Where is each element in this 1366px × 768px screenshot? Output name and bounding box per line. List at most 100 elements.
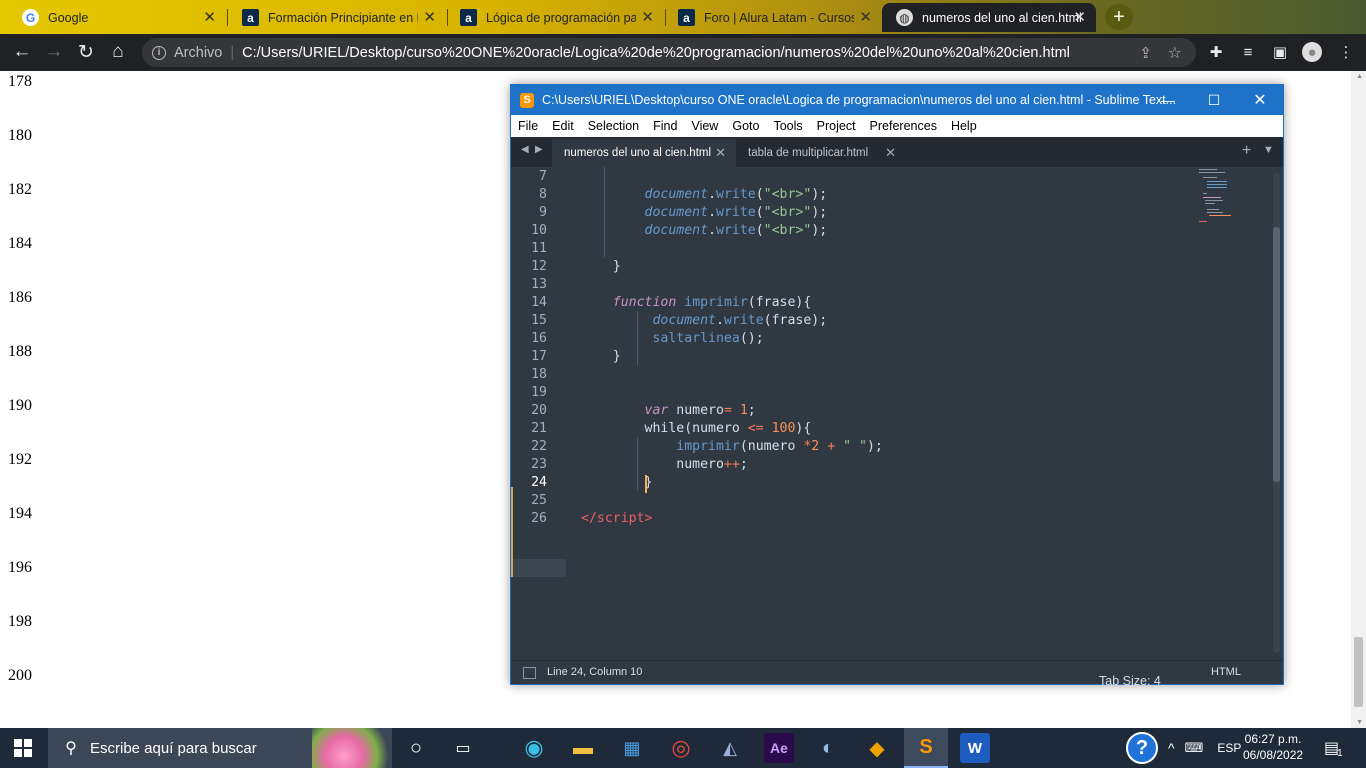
chrome-icon[interactable]: ◎: [666, 733, 696, 763]
alura-icon: a: [678, 9, 695, 26]
extensions-icon[interactable]: ✚: [1206, 42, 1226, 62]
code-line[interactable]: var numero= 1;: [581, 403, 756, 418]
file-explorer-icon[interactable]: ▬: [568, 733, 598, 763]
line-number: 7: [539, 169, 547, 184]
cursor-position[interactable]: Line 24, Column 10: [547, 666, 642, 678]
close-icon[interactable]: ✕: [859, 8, 872, 26]
edge-icon[interactable]: ◉: [519, 733, 549, 763]
panel-toggle-icon[interactable]: [523, 667, 536, 679]
code-line[interactable]: numero++;: [581, 457, 748, 472]
code-line[interactable]: document.write("<br>");: [581, 223, 828, 238]
code-line[interactable]: }: [581, 475, 653, 490]
language-indicator[interactable]: ESP: [1217, 741, 1241, 755]
reload-icon[interactable]: ↻: [74, 40, 98, 64]
home-icon[interactable]: ⌂: [106, 40, 130, 64]
syntax-selector[interactable]: HTML: [1211, 666, 1241, 678]
editor-scrollbar-thumb[interactable]: [1273, 227, 1280, 482]
code-line[interactable]: saltarlinea();: [581, 331, 763, 346]
app-icon[interactable]: ◭: [715, 733, 745, 763]
taskbar-clock[interactable]: 06:27 p.m. 06/08/2022: [1243, 731, 1303, 763]
sublime-text-taskbar-icon[interactable]: S: [904, 728, 948, 768]
menu-edit[interactable]: Edit: [552, 119, 574, 133]
share-icon[interactable]: ⇪: [1139, 44, 1152, 62]
new-tab-plus-icon[interactable]: +: [1242, 142, 1251, 160]
profile-avatar-icon[interactable]: ●: [1302, 42, 1322, 62]
network-icon[interactable]: ⌨: [1185, 740, 1204, 756]
menu-file[interactable]: File: [518, 119, 538, 133]
browser-tab-logica[interactable]: a Lógica de programación par ✕: [446, 3, 664, 32]
tab-scroll-left-icon[interactable]: ◀: [521, 144, 529, 155]
forward-arrow-icon[interactable]: →: [42, 40, 66, 64]
code-line[interactable]: document.write(frase);: [581, 313, 827, 328]
tab-size[interactable]: Tab Size: 4: [1099, 666, 1161, 695]
menu-selection[interactable]: Selection: [588, 119, 639, 133]
sublime-tab-tabla[interactable]: tabla de multiplicar.html ✕: [736, 139, 906, 167]
sublime-tab-numeros[interactable]: numeros del uno al cien.html ✕: [552, 139, 736, 167]
code-line[interactable]: </script>: [581, 511, 652, 526]
windows-start-icon[interactable]: [14, 739, 32, 757]
tab-list-chevron-icon[interactable]: ▼: [1263, 144, 1274, 156]
minimap[interactable]: [1195, 167, 1235, 227]
chevron-up-icon[interactable]: ^: [1168, 740, 1175, 756]
menu-find[interactable]: Find: [653, 119, 677, 133]
kebab-menu-icon[interactable]: ⋮: [1336, 42, 1356, 62]
close-icon[interactable]: ✕: [715, 145, 726, 161]
word-icon[interactable]: W: [960, 733, 990, 763]
close-icon[interactable]: ✕: [1237, 85, 1283, 115]
sublime-title-bar[interactable]: S C:\Users\URIEL\Desktop\curso ONE oracl…: [511, 85, 1283, 115]
notification-center[interactable]: ▤ 1: [1324, 728, 1343, 768]
fl-studio-icon[interactable]: ◆: [862, 733, 892, 763]
cortana-icon[interactable]: ○: [401, 733, 431, 763]
code-line[interactable]: }: [581, 349, 621, 364]
menu-goto[interactable]: Goto: [732, 119, 759, 133]
menu-view[interactable]: View: [691, 119, 718, 133]
page-scrollbar[interactable]: ▲ ▼: [1351, 71, 1366, 728]
task-view-icon[interactable]: ▭: [448, 733, 478, 763]
close-icon[interactable]: ✕: [885, 145, 896, 161]
browser-tab-formacion[interactable]: a Formación Principiante en P ✕: [228, 3, 446, 32]
tab-scroll-right-icon[interactable]: ▶: [535, 144, 543, 155]
code-line[interactable]: }: [581, 259, 621, 274]
close-icon[interactable]: ✕: [1073, 8, 1086, 26]
scrollbar-thumb[interactable]: [1354, 637, 1363, 707]
code-line[interactable]: document.write("<br>");: [581, 187, 828, 202]
line-number: 13: [531, 277, 547, 292]
code-editor[interactable]: 7 8 9 10 11 12 13 14 15 16 17 18 19 20 2…: [511, 167, 1283, 659]
after-effects-icon[interactable]: Ae: [764, 733, 794, 763]
back-arrow-icon[interactable]: ←: [10, 40, 34, 64]
code-line[interactable]: function imprimir(frase){: [581, 295, 812, 310]
media-queue-icon[interactable]: ≡: [1238, 42, 1258, 62]
minimize-icon[interactable]: —: [1145, 85, 1191, 115]
code-line[interactable]: imprimir(numero *2 + " ");: [581, 439, 883, 454]
tab-label: numeros del uno al cien.html: [564, 147, 712, 159]
menu-project[interactable]: Project: [817, 119, 856, 133]
code-line[interactable]: while(numero <= 100){: [581, 421, 812, 436]
side-panel-icon[interactable]: ▣: [1270, 42, 1290, 62]
window-title: C:\Users\URIEL\Desktop\curso ONE oracle\…: [542, 93, 1177, 107]
scroll-up-icon[interactable]: ▲: [1356, 73, 1363, 80]
info-icon[interactable]: i: [152, 45, 166, 60]
close-icon[interactable]: ✕: [641, 8, 654, 26]
cinema4d-icon[interactable]: ◐: [813, 733, 843, 763]
address-bar[interactable]: i Archivo | C:/Users/URIEL/Desktop/curso…: [142, 38, 1196, 67]
browser-tab-numeros[interactable]: ◍ numeros del uno al cien.html ✕: [882, 3, 1096, 32]
page-number-line: 190: [8, 397, 32, 414]
scroll-down-icon[interactable]: ▼: [1356, 719, 1363, 726]
line-number: 25: [531, 493, 547, 508]
close-icon[interactable]: ✕: [423, 8, 436, 26]
help-icon[interactable]: ?: [1126, 732, 1158, 764]
code-line[interactable]: document.write("<br>");: [581, 205, 828, 220]
store-icon[interactable]: ▦: [617, 733, 647, 763]
menu-help[interactable]: Help: [951, 119, 977, 133]
close-icon[interactable]: ✕: [203, 8, 216, 26]
menu-tools[interactable]: Tools: [773, 119, 802, 133]
browser-tab-google[interactable]: G Google ✕: [8, 3, 226, 32]
taskbar-search[interactable]: ⚲ Escribe aquí para buscar: [48, 728, 392, 768]
browser-tab-foro[interactable]: a Foro | Alura Latam - Cursos o ✕: [664, 3, 882, 32]
menu-preferences[interactable]: Preferences: [870, 119, 937, 133]
line-number: 21: [531, 421, 547, 436]
bookmark-star-icon[interactable]: ☆: [1168, 43, 1182, 63]
new-tab-button[interactable]: +: [1105, 4, 1133, 30]
maximize-icon[interactable]: ☐: [1191, 85, 1237, 115]
url-text: C:/Users/URIEL/Desktop/curso%20ONE%20ora…: [242, 44, 1070, 61]
